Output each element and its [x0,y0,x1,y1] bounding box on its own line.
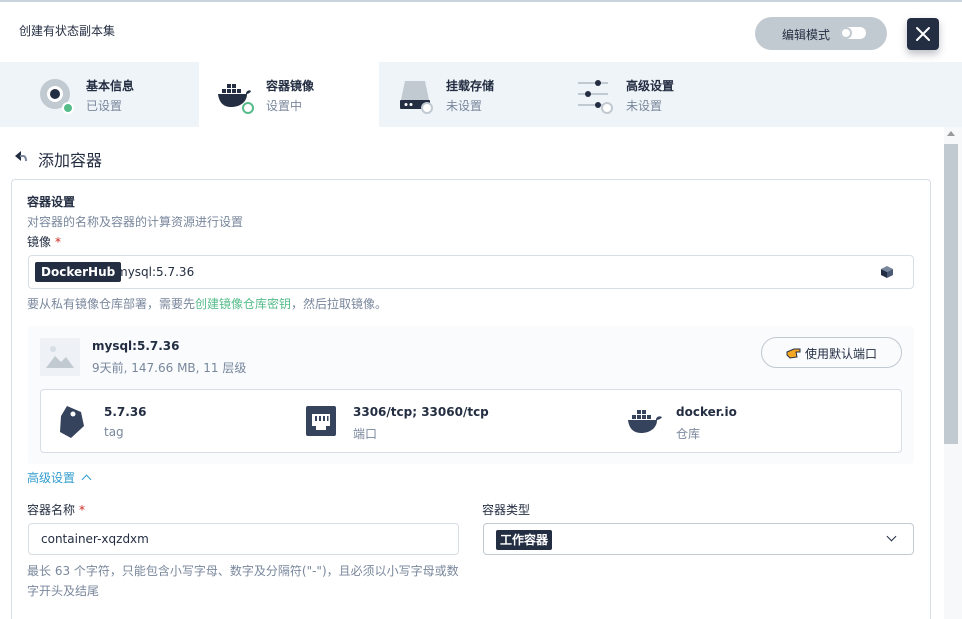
close-icon [916,27,930,41]
image-input[interactable]: DockerHub mysql:5.7.36 [28,255,914,289]
main-content: 添加容器 容器设置 对容器的名称及容器的计算资源进行设置 镜像 * DockerH… [0,127,944,619]
step-status: 已设置 [86,99,123,113]
image-value: mysql:5.7.36 [116,265,195,279]
hand-pointer-icon [786,348,801,359]
info-registry: docker.io 仓库 [611,390,901,454]
container-type-label: 容器类型 [482,503,531,517]
image-label-text: 镜像 [27,235,52,249]
step-status: 未设置 [626,99,663,113]
use-default-ports-button[interactable]: 使用默认端口 [761,337,902,368]
registry-badge[interactable]: DockerHub [35,262,122,282]
scrollbar-thumb[interactable] [944,144,958,444]
scroll-up-arrow-icon[interactable] [947,131,955,136]
edit-mode-toggle[interactable]: 编辑模式 [755,17,887,50]
step-title: 基本信息 [86,79,135,93]
image-label: 镜像 * [27,233,61,250]
step-title: 容器镜像 [266,79,315,93]
hint-suffix: ，然后拉取镜像。 [291,297,388,311]
step-advanced-settings[interactable]: 高级设置 未设置 [559,62,739,127]
step-status: 设置中 [266,99,303,113]
required-mark: * [55,235,62,249]
step-status: 未设置 [446,99,483,113]
image-name: mysql:5.7.36 [92,339,180,353]
image-info-box: 5.7.36 tag 3306/tcp; 33060/tcp 端口 docker… [40,389,902,453]
ethernet-port-icon [306,406,336,436]
advanced-settings-label: 高级设置 [27,471,76,485]
container-name-hint: 最长 63 个字符，只能包含小写字母、数字及分隔符("-")，且必须以小写字母或… [27,564,459,598]
toggle-switch[interactable] [840,27,866,39]
step-title: 高级设置 [626,79,675,93]
edit-mode-label: 编辑模式 [782,28,831,42]
step-container-image[interactable]: 容器镜像 设置中 [199,62,379,127]
section-title: 添加容器 [38,151,103,170]
container-name-label-text: 容器名称 [27,503,76,517]
docker-icon [628,410,662,433]
registry-label: 仓库 [676,427,701,441]
chevron-up-icon [81,474,92,485]
status-todo-dot [601,102,613,114]
container-type-select[interactable]: 工作容器 [483,523,914,555]
image-meta: 9天前, 147.66 MB, 11 层级 [92,361,247,375]
card-title: 容器设置 [27,195,76,209]
use-default-ports-label: 使用默认端口 [805,347,878,361]
step-mount-storage[interactable]: 挂载存储 未设置 [379,62,559,127]
tag-label: tag [104,425,124,439]
status-done-dot [62,102,74,114]
image-hint: 要从私有镜像仓库部署，需要先创建镜像仓库密钥，然后拉取镜像。 [27,295,387,312]
scrollbar[interactable] [944,127,962,619]
container-name-input[interactable]: container-xqzdxm [28,523,459,555]
status-todo-dot [421,102,433,114]
ports-value: 3306/tcp; 33060/tcp [353,405,489,419]
container-type-value: 工作容器 [496,530,553,550]
chevron-down-icon [886,531,897,542]
tag-icon [60,406,84,438]
close-button[interactable] [907,18,939,50]
hint-prefix: 要从私有镜像仓库部署，需要先 [27,297,196,311]
registry-value: docker.io [676,405,737,419]
back-arrow-icon[interactable] [12,148,28,164]
wizard-steps: 基本信息 已设置 容器镜像 设置中 挂载存储 未设置 高级设置 未设置 [0,62,962,127]
image-placeholder-icon [40,338,80,376]
step-title: 挂载存储 [446,79,495,93]
info-ports: 3306/tcp; 33060/tcp 端口 [291,390,611,454]
tag-value: 5.7.36 [104,405,147,419]
required-mark: * [79,503,86,517]
image-detail-panel: mysql:5.7.36 9天前, 147.66 MB, 11 层级 使用默认端… [28,326,914,464]
advanced-settings-toggle[interactable]: 高级设置 [27,469,92,486]
create-secret-link[interactable]: 创建镜像仓库密钥 [195,297,291,311]
toggle-knob [840,27,852,39]
cube-icon[interactable] [880,265,894,279]
container-name-label: 容器名称 * [27,501,85,518]
status-current-dot [242,102,254,114]
info-tag: 5.7.36 tag [41,390,291,454]
ports-label: 端口 [353,427,378,441]
container-settings-card: 容器设置 对容器的名称及容器的计算资源进行设置 镜像 * DockerHub my… [11,179,931,619]
modal-title: 创建有状态副本集 [19,24,116,38]
card-description: 对容器的名称及容器的计算资源进行设置 [27,215,244,229]
step-basic-info[interactable]: 基本信息 已设置 [0,62,199,127]
modal-header: 创建有状态副本集 编辑模式 [0,0,962,62]
